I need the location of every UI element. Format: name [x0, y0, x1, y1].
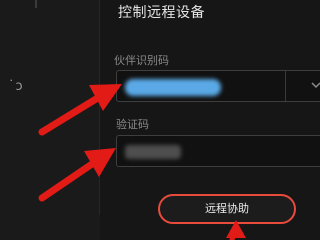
remote-control-screen: ˙ɔ 控制远程设备 伙伴识别码 验证码 远程协助	[0, 0, 320, 240]
partner-id-input[interactable]	[116, 70, 320, 102]
chevron-down-icon[interactable]	[311, 80, 320, 90]
dialog-title: 控制远程设备	[118, 5, 205, 21]
remote-assist-button[interactable]: 远程协助	[158, 194, 296, 224]
partner-id-label: 伙伴识别码	[114, 54, 169, 67]
left-panel	[0, 0, 100, 240]
verification-code-redacted-value	[125, 145, 181, 159]
dropdown-separator	[285, 71, 286, 101]
scroll-edge-mark	[35, 0, 45, 8]
verification-code-input[interactable]	[116, 135, 320, 167]
refresh-icon[interactable]: ˙ɔ	[8, 80, 24, 93]
verification-code-label: 验证码	[116, 118, 149, 131]
panel-divider	[99, 0, 100, 215]
partner-id-redacted-value	[125, 79, 221, 96]
